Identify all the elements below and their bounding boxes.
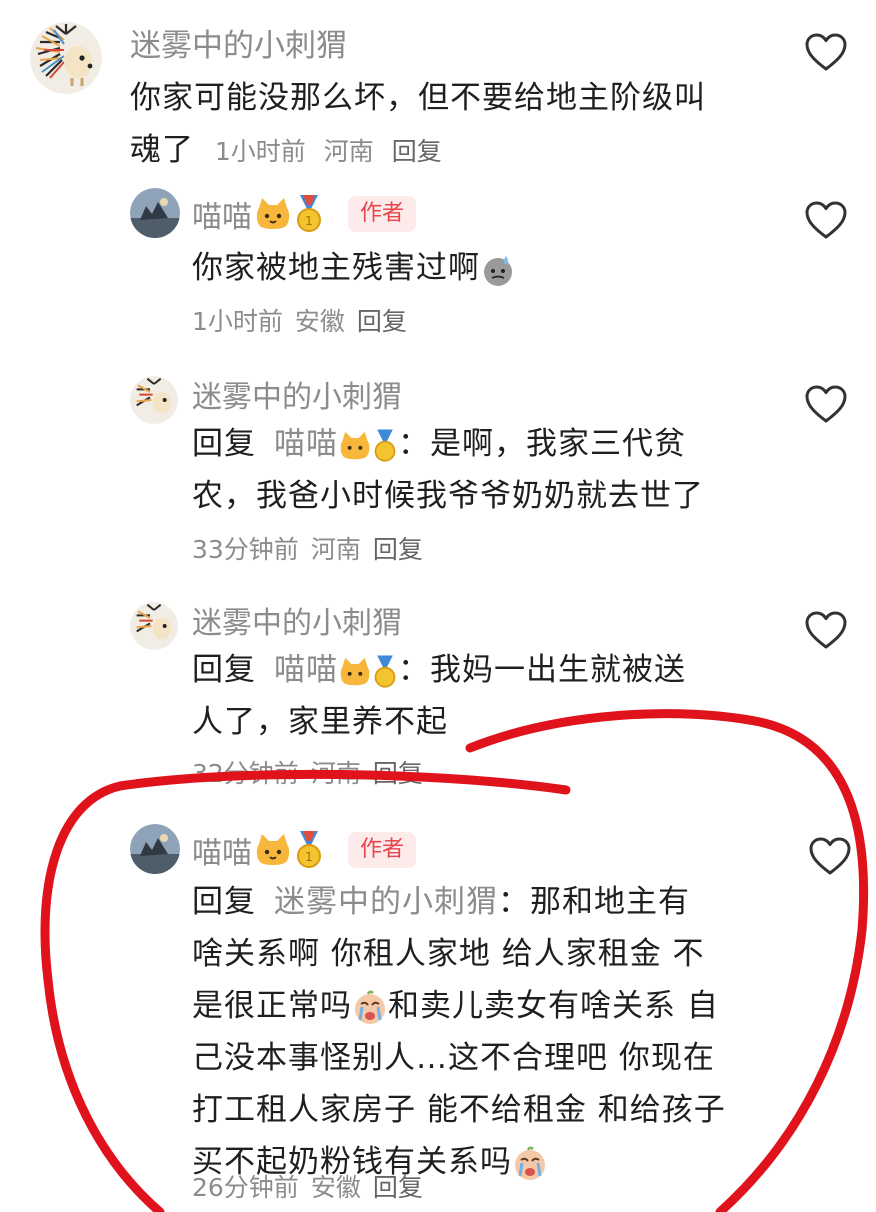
- comment-time: 32分钟前: [192, 759, 299, 788]
- comment-header: 喵喵 1 作者: [192, 192, 417, 236]
- heart-outline-icon[interactable]: [804, 384, 848, 424]
- crying-face-emoji: [512, 1145, 548, 1182]
- reply-prefix: 回复: [192, 426, 256, 462]
- crying-face-emoji: [352, 989, 388, 1026]
- comment-body: 回复 喵喵 ：我妈一出生就被送 人了，家里养不起: [192, 644, 792, 748]
- avatar-hedgehog[interactable]: [130, 376, 178, 424]
- svg-text:1: 1: [305, 214, 313, 228]
- comment-location: 河南: [323, 137, 374, 166]
- avatar-author[interactable]: [130, 188, 180, 238]
- avatar-author[interactable]: [130, 824, 180, 874]
- cat-face-emoji: [338, 430, 372, 462]
- gold-medal-emoji: 1: [294, 831, 324, 869]
- heart-outline-icon[interactable]: [804, 610, 848, 650]
- comment-text-line: 你家可能没那么坏，但不要给地主阶级叫: [130, 80, 706, 116]
- comment-meta: 1小时前 安徽 回复: [192, 302, 419, 338]
- author-badge: 作者: [348, 832, 417, 868]
- comment-time: 26分钟前: [192, 1173, 299, 1202]
- reply-target-name[interactable]: 迷雾中的小刺猬: [274, 884, 498, 920]
- commenter-name[interactable]: 迷雾中的小刺猬: [192, 598, 402, 642]
- hedgehog-avatar-icon: [130, 376, 178, 424]
- avatar-hedgehog[interactable]: [30, 22, 102, 94]
- comment-body: 回复 迷雾中的小刺猬：那和地主有 啥关系啊 你租人家地 给人家租金 不 是很正常吗…: [192, 876, 792, 1188]
- comment-time: 33分钟前: [192, 535, 299, 564]
- comment-body: 回复 喵喵 ：是啊，我家三代贫 农，我爸小时候我爷爷奶奶就去世了: [192, 418, 792, 522]
- comment-text-line: 己没本事怪别人…这不合理吧 你现在: [192, 1040, 715, 1076]
- comment-location: 安徽: [294, 307, 345, 336]
- author-badge: 作者: [348, 196, 417, 232]
- comment-text-line: 啥关系啊 你租人家地 给人家租金 不: [192, 936, 705, 972]
- comment-text-line: 是很正常吗: [192, 988, 352, 1024]
- comment-header: 迷雾中的小刺猬: [130, 20, 347, 65]
- comment-time: 1小时前: [214, 137, 306, 166]
- reply-link[interactable]: 回复: [392, 137, 442, 166]
- commenter-name[interactable]: 迷雾中的小刺猬: [130, 20, 347, 65]
- hedgehog-avatar-icon: [130, 602, 178, 650]
- reply-prefix: 回复: [192, 652, 256, 688]
- cat-face-emoji: [254, 832, 292, 868]
- comment-text-line: 魂了: [130, 132, 194, 168]
- comment-text: 农，我爸小时候我爷爷奶奶就去世了: [192, 478, 704, 514]
- comment-meta: 33分钟前 河南 回复: [192, 530, 435, 566]
- gold-medal-emoji: [372, 429, 398, 463]
- commenter-name[interactable]: 喵喵: [192, 828, 252, 872]
- comment-meta: 32分钟前 河南 回复: [192, 754, 435, 790]
- author-avatar-icon: [130, 188, 180, 238]
- comment-location: 安徽: [310, 1173, 361, 1202]
- comment-text: ：那和地主有: [498, 884, 690, 920]
- gold-medal-emoji: 1: [294, 195, 324, 233]
- comment-meta: 26分钟前 安徽 回复: [192, 1168, 435, 1204]
- author-avatar-icon: [130, 824, 180, 874]
- comment-text-line: 和卖儿卖女有啥关系 自: [388, 988, 719, 1024]
- commenter-name[interactable]: 喵喵: [192, 192, 252, 236]
- comment-header: 迷雾中的小刺猬: [192, 372, 402, 416]
- comment-location: 河南: [310, 759, 361, 788]
- comment-text-line: 打工租人家房子 能不给租金 和给孩子: [192, 1092, 726, 1128]
- comment-body: 你家可能没那么坏，但不要给地主阶级叫 魂了 1小时前 河南 回复: [130, 72, 810, 178]
- hedgehog-avatar-icon: [30, 22, 102, 94]
- comment-text: ：是啊，我家三代贫: [398, 426, 686, 462]
- sweat-emoji: [480, 252, 516, 288]
- reply-target-name[interactable]: 喵喵: [274, 652, 338, 688]
- cat-face-emoji: [254, 196, 292, 232]
- comment-text: 人了，家里养不起: [192, 704, 448, 740]
- gold-medal-emoji: [372, 655, 398, 689]
- reply-link[interactable]: 回复: [373, 1173, 423, 1202]
- heart-outline-icon[interactable]: [808, 836, 852, 876]
- svg-text:1: 1: [305, 850, 313, 864]
- comment-text: ：我妈一出生就被送: [398, 652, 686, 688]
- reply-link[interactable]: 回复: [357, 307, 407, 336]
- comment-time: 1小时前: [192, 307, 283, 336]
- reply-target-name[interactable]: 喵喵: [274, 426, 338, 462]
- heart-outline-icon[interactable]: [804, 32, 848, 72]
- commenter-name[interactable]: 迷雾中的小刺猬: [192, 372, 402, 416]
- comment-location: 河南: [310, 535, 361, 564]
- comment-meta: 1小时前 河南 回复: [215, 137, 452, 166]
- comment-header: 迷雾中的小刺猬: [192, 598, 402, 642]
- reply-prefix: 回复: [192, 884, 256, 920]
- comment-body: 你家被地主残害过啊: [192, 242, 516, 294]
- avatar-hedgehog[interactable]: [130, 602, 178, 650]
- cat-face-emoji: [338, 656, 372, 688]
- comment-text: 你家被地主残害过啊: [192, 250, 480, 286]
- comment-header: 喵喵 1 作者: [192, 828, 417, 872]
- heart-outline-icon[interactable]: [804, 200, 848, 240]
- reply-link[interactable]: 回复: [373, 535, 423, 564]
- reply-link[interactable]: 回复: [373, 759, 423, 788]
